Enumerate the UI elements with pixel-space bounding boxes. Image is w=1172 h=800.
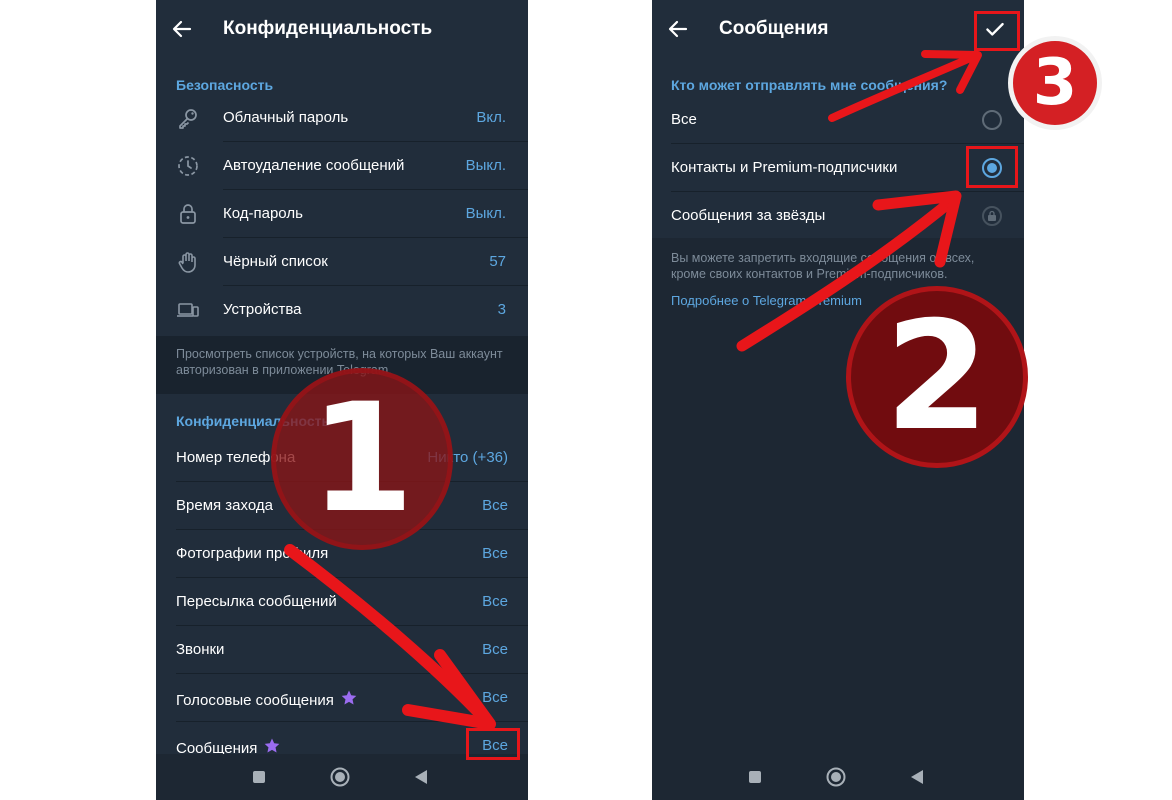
option-everybody-radio[interactable] — [982, 110, 1002, 130]
key-icon — [179, 109, 197, 129]
premium-star-icon — [265, 738, 280, 753]
back-triangle-icon[interactable] — [905, 765, 929, 789]
blocked-users-label: Чёрный список — [223, 253, 328, 270]
last-seen-value: Все — [482, 497, 508, 514]
profile-photos-label: Фотографии профиля — [176, 545, 329, 562]
option-everybody-label: Все — [671, 111, 697, 128]
calls-label: Звонки — [176, 641, 225, 658]
option-paid-stars-label: Сообщения за звёзды — [671, 207, 826, 224]
page-title: Сообщения — [719, 18, 829, 39]
checkmark-icon[interactable] — [982, 16, 1008, 42]
auto-delete-label: Автоудаление сообщений — [223, 157, 405, 174]
cloud-password-value: Вкл. — [476, 109, 506, 126]
system-nav-bar — [652, 754, 1024, 800]
option-contacts-premium-radio[interactable] — [982, 158, 1002, 178]
option-paid-stars[interactable]: Сообщения за звёзды — [652, 192, 1024, 240]
option-paid-stars-radio[interactable] — [982, 206, 1002, 226]
back-triangle-icon[interactable] — [409, 765, 433, 789]
premium-learn-more-link[interactable]: Подробнее о Telegram Premium — [671, 293, 862, 308]
passcode-label: Код-пароль — [223, 205, 303, 222]
profile-photos-value: Все — [482, 545, 508, 562]
step-1-number: 1 — [309, 372, 415, 546]
step-3-badge: 3 — [1008, 36, 1102, 130]
home-circle-icon[interactable] — [328, 765, 352, 789]
option-everybody[interactable]: Все — [652, 96, 1024, 144]
cloud-password-label: Облачный пароль — [223, 109, 349, 126]
app-bar: Конфиденциальность — [156, 0, 528, 58]
devices-label: Устройства — [223, 301, 302, 318]
security-section-header: Безопасность — [176, 77, 274, 93]
cloud-password-row[interactable]: Облачный пароль Вкл. — [156, 94, 528, 142]
lock-icon — [988, 210, 996, 221]
calls-row[interactable]: Звонки Все — [156, 626, 528, 674]
messages-hint: Вы можете запретить входящие сообщения о… — [671, 251, 975, 281]
home-circle-icon[interactable] — [824, 765, 848, 789]
auto-delete-row[interactable]: Автоудаление сообщений Выкл. — [156, 142, 528, 190]
lock-icon — [180, 204, 196, 224]
option-contacts-premium[interactable]: Контакты и Premium-подписчики — [652, 144, 1024, 192]
voice-messages-label: Голосовые сообщения — [176, 692, 334, 709]
step-3-number: 3 — [1032, 46, 1078, 120]
page-title: Конфиденциальность — [223, 18, 433, 39]
back-arrow-icon[interactable] — [666, 17, 690, 41]
passcode-value: Выкл. — [465, 205, 506, 222]
auto-delete-value: Выкл. — [465, 157, 506, 174]
forwarded-messages-value: Все — [482, 593, 508, 610]
recents-square-icon[interactable] — [743, 765, 767, 789]
step-2-badge: 2 — [846, 286, 1028, 468]
who-can-message-header: Кто может отправлять мне сообщения? — [671, 77, 948, 93]
system-nav-bar — [156, 754, 528, 800]
devices-count: 3 — [497, 301, 506, 318]
forwarded-messages-label: Пересылка сообщений — [176, 593, 337, 610]
devices-row[interactable]: Устройства 3 — [156, 286, 528, 334]
blocked-users-row[interactable]: Чёрный список 57 — [156, 238, 528, 286]
last-seen-label: Время захода — [176, 497, 273, 514]
messages-value: Все — [482, 737, 508, 754]
forwarded-messages-row[interactable]: Пересылка сообщений Все — [156, 578, 528, 626]
calls-value: Все — [482, 641, 508, 658]
voice-messages-label-wrap: Голосовые сообщения — [176, 689, 358, 709]
devices-icon — [177, 303, 199, 317]
timer-icon — [178, 156, 198, 176]
passcode-row[interactable]: Код-пароль Выкл. — [156, 190, 528, 238]
step-2-number: 2 — [884, 290, 990, 464]
option-contacts-premium-label: Контакты и Premium-подписчики — [671, 159, 898, 176]
recents-square-icon[interactable] — [247, 765, 271, 789]
app-bar: Сообщения — [652, 0, 1024, 58]
back-arrow-icon[interactable] — [170, 17, 194, 41]
hand-icon — [178, 252, 196, 273]
voice-messages-value: Все — [482, 689, 508, 706]
voice-messages-row[interactable]: Голосовые сообщения Все — [156, 674, 528, 722]
premium-star-icon — [341, 690, 357, 705]
step-1-badge: 1 — [271, 368, 453, 550]
blocked-users-count: 57 — [489, 253, 506, 270]
